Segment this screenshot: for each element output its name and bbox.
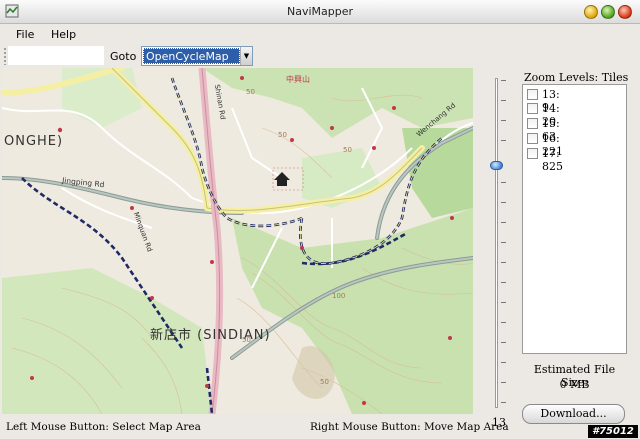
map-label-sindian: 新店市 (SINDIAN) bbox=[150, 328, 271, 343]
download-button[interactable]: Download... bbox=[522, 404, 625, 424]
map-contour-50c: 50 bbox=[320, 378, 329, 386]
estimated-size-value: 0 MB bbox=[559, 378, 590, 391]
location-input[interactable] bbox=[8, 46, 104, 65]
zoom-slider[interactable] bbox=[486, 76, 508, 412]
watermark-badge: #75012 bbox=[588, 425, 638, 438]
slider-track bbox=[495, 78, 498, 408]
app-window: NaviMapper File Help Goto OpenCycleMap ▼ bbox=[0, 0, 640, 439]
map-contour-100: 100 bbox=[332, 292, 346, 300]
goto-label: Goto bbox=[110, 50, 137, 63]
map-view[interactable]: ONGHE) Jingping Rd 新店市 (SINDIAN) Shinan … bbox=[2, 68, 473, 414]
slider-thumb[interactable] bbox=[490, 161, 503, 170]
toolbar: Goto OpenCycleMap ▼ bbox=[0, 44, 640, 68]
checkbox[interactable] bbox=[527, 118, 538, 129]
checkbox[interactable] bbox=[527, 103, 538, 114]
close-button[interactable] bbox=[618, 5, 632, 19]
checkbox[interactable] bbox=[527, 148, 538, 159]
map-contour-50d: 50 bbox=[242, 336, 251, 344]
maximize-button[interactable] bbox=[601, 5, 615, 19]
zoom-level-label: 17: 825 bbox=[542, 147, 563, 173]
dropdown-arrow-icon[interactable]: ▼ bbox=[240, 47, 252, 65]
zoom-levels-title: Zoom Levels: Tiles bbox=[524, 71, 629, 84]
map-label-onghe: ONGHE) bbox=[4, 134, 64, 149]
menu-bar: File Help bbox=[0, 24, 640, 44]
map-source-value: OpenCycleMap bbox=[143, 48, 240, 64]
zoom-levels-list: 13: 9 14: 20 15: 63 16: 221 17: 825 bbox=[522, 84, 627, 354]
minimize-button[interactable] bbox=[584, 5, 598, 19]
map-canvas bbox=[2, 68, 473, 414]
window-title: NaviMapper bbox=[286, 5, 354, 18]
status-right-hint: Right Mouse Button: Move Map Area bbox=[310, 421, 509, 433]
map-contour-50e: 50 bbox=[246, 88, 255, 96]
map-contour-50b: 50 bbox=[278, 131, 287, 139]
map-source-select[interactable]: OpenCycleMap ▼ bbox=[141, 46, 253, 66]
status-left-hint: Left Mouse Button: Select Map Area bbox=[6, 421, 201, 433]
checkbox[interactable] bbox=[527, 89, 538, 100]
checkbox[interactable] bbox=[527, 133, 538, 144]
toolbar-grip[interactable] bbox=[3, 47, 7, 65]
menu-file[interactable]: File bbox=[16, 28, 34, 41]
map-label-zhongshan: 中興山 bbox=[286, 75, 310, 84]
title-bar[interactable]: NaviMapper bbox=[0, 0, 640, 24]
map-contour-50a: 50 bbox=[343, 146, 352, 154]
menu-help[interactable]: Help bbox=[51, 28, 76, 41]
